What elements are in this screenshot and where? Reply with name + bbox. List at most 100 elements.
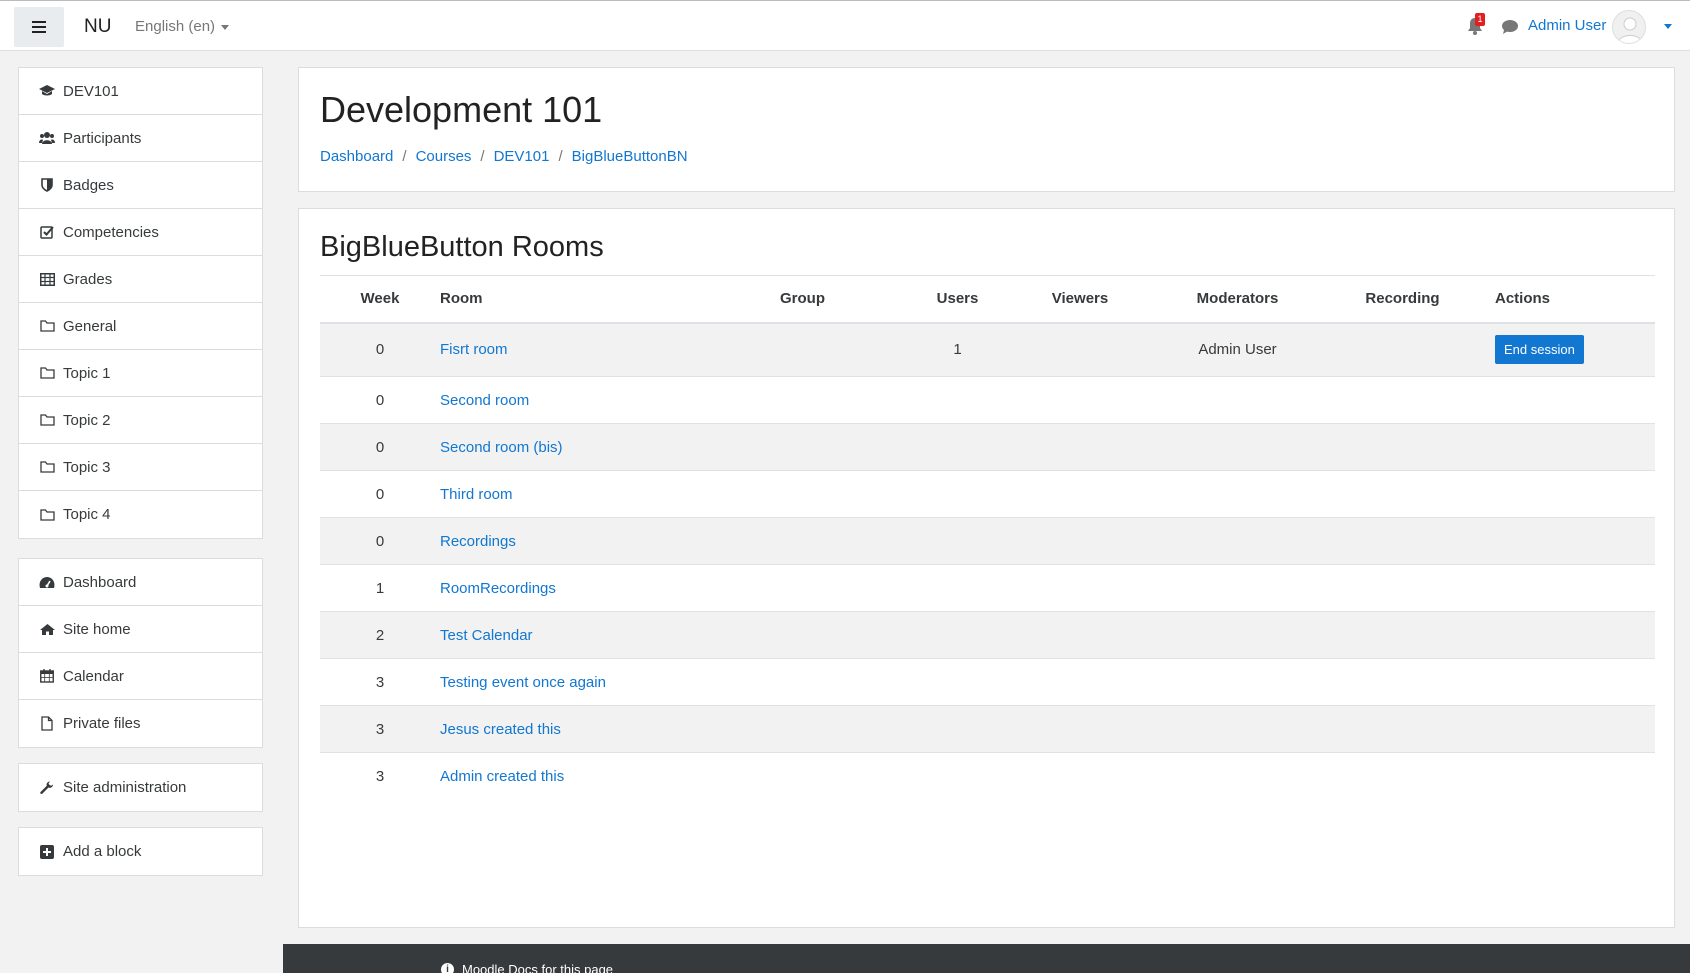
table-header-row: Week Room Group Users Viewers Moderators… [320, 275, 1655, 324]
cell-recording [1320, 517, 1485, 565]
info-icon: i [441, 963, 454, 973]
sidebar-item-topic-1[interactable]: Topic 1 [19, 350, 262, 397]
room-link[interactable]: Recordings [440, 533, 516, 550]
cell-moderators [1155, 752, 1320, 800]
sidebar-item-topic-3[interactable]: Topic 3 [19, 444, 262, 491]
breadcrumb-separator: / [558, 148, 563, 165]
cell-room: Test Calendar [440, 611, 780, 659]
page-title: Development 101 [320, 89, 603, 130]
sidebar-item-dashboard[interactable]: Dashboard [19, 559, 262, 606]
admin-nav-group: Site administration [18, 763, 263, 812]
sidebar-item-label: Participants [63, 129, 142, 147]
sidebar-item-topic-2[interactable]: Topic 2 [19, 397, 262, 444]
breadcrumb-dev101[interactable]: DEV101 [494, 148, 550, 165]
add-block-button[interactable]: Add a block [19, 828, 262, 875]
page-footer: i Moodle Docs for this page [283, 944, 1690, 973]
cell-room: Second room [440, 376, 780, 424]
file-icon [39, 716, 55, 732]
language-menu[interactable]: English (en) [135, 18, 230, 35]
cell-users [910, 705, 1005, 753]
cell-room: Second room (bis) [440, 423, 780, 471]
page-header: Development 101 Dashboard / Courses / DE… [298, 67, 1675, 192]
cell-week: 0 [320, 322, 440, 377]
folder-icon [39, 507, 55, 523]
top-navbar: NU English (en) 1 Admin User [0, 0, 1690, 51]
cell-group [780, 376, 910, 424]
sidebar-item-topic-4[interactable]: Topic 4 [19, 491, 262, 538]
site-brand[interactable]: NU [84, 16, 111, 38]
notification-count-badge: 1 [1475, 13, 1485, 26]
cell-recording [1320, 470, 1485, 518]
plus-square-icon [39, 844, 55, 860]
chevron-down-icon [221, 24, 230, 30]
cell-week: 0 [320, 470, 440, 518]
cell-users [910, 658, 1005, 706]
breadcrumb-bigbluebuttonbn[interactable]: BigBlueButtonBN [572, 148, 688, 165]
cell-moderators: Admin User [1155, 322, 1320, 377]
cell-viewers [1005, 658, 1155, 706]
table-row: 0 Second room [320, 376, 1655, 424]
room-link[interactable]: Second room (bis) [440, 439, 563, 456]
room-link[interactable]: Testing event once again [440, 674, 606, 691]
folder-icon [39, 412, 55, 428]
user-menu-chevron-down-icon[interactable] [1664, 24, 1672, 29]
sidebar-item-label: Site administration [63, 779, 187, 796]
cell-week: 0 [320, 423, 440, 471]
add-block-label: Add a block [63, 843, 142, 860]
sidebar-item-label: Topic 1 [63, 364, 111, 382]
language-label: English (en) [135, 18, 216, 35]
room-link[interactable]: Fisrt room [440, 341, 508, 358]
cell-room: Third room [440, 470, 780, 518]
cell-room: Recordings [440, 517, 780, 565]
sidebar-item-site-administration[interactable]: Site administration [19, 764, 262, 811]
user-menu-name[interactable]: Admin User [1528, 17, 1606, 34]
chat-icon[interactable] [1500, 17, 1520, 37]
sidebar-item-dev101[interactable]: DEV101 [19, 68, 262, 115]
cell-actions [1485, 658, 1655, 706]
column-header-recording: Recording [1320, 275, 1485, 324]
cell-actions [1485, 564, 1655, 612]
room-link[interactable]: Admin created this [440, 768, 564, 785]
cell-viewers [1005, 611, 1155, 659]
room-link[interactable]: Second room [440, 392, 529, 409]
cell-moderators [1155, 611, 1320, 659]
room-link[interactable]: Jesus created this [440, 721, 561, 738]
graduation-cap-icon [39, 83, 55, 99]
avatar[interactable] [1612, 10, 1646, 44]
cell-moderators [1155, 423, 1320, 471]
sidebar-item-label: General [63, 317, 117, 335]
end-session-button[interactable]: End session [1495, 335, 1584, 365]
sidebar-item-competencies[interactable]: Competencies [19, 209, 262, 256]
drawer-toggle-button[interactable] [14, 7, 64, 47]
sidebar-item-label: Site home [63, 620, 131, 638]
room-link[interactable]: Third room [440, 486, 513, 503]
sidebar-item-general[interactable]: General [19, 303, 262, 350]
cell-week: 1 [320, 564, 440, 612]
breadcrumb-dashboard[interactable]: Dashboard [320, 148, 393, 165]
cell-recording [1320, 322, 1485, 377]
sidebar-item-label: Dashboard [63, 573, 137, 591]
cell-group [780, 658, 910, 706]
cell-recording [1320, 564, 1485, 612]
cell-viewers [1005, 470, 1155, 518]
cell-room: Jesus created this [440, 705, 780, 753]
sidebar-item-participants[interactable]: Participants [19, 115, 262, 162]
breadcrumb-courses[interactable]: Courses [416, 148, 472, 165]
sidebar-item-badges[interactable]: Badges [19, 162, 262, 209]
table-row: 3 Admin created this [320, 752, 1655, 800]
cell-recording [1320, 705, 1485, 753]
sidebar-item-site-home[interactable]: Site home [19, 606, 262, 653]
cell-actions [1485, 376, 1655, 424]
room-link[interactable]: RoomRecordings [440, 580, 556, 597]
sidebar-item-calendar[interactable]: Calendar [19, 653, 262, 700]
cell-recording [1320, 611, 1485, 659]
cell-actions: End session [1485, 322, 1655, 377]
sidebar-item-grades[interactable]: Grades [19, 256, 262, 303]
table-row: 0 Second room (bis) [320, 423, 1655, 471]
room-link[interactable]: Test Calendar [440, 627, 533, 644]
moodle-docs-link[interactable]: i Moodle Docs for this page [441, 962, 613, 973]
nav-drawer: DEV101 Participants Badges Competencies … [0, 51, 283, 973]
cell-week: 3 [320, 705, 440, 753]
sidebar-item-private-files[interactable]: Private files [19, 700, 262, 747]
sidebar-item-label: DEV101 [63, 82, 119, 100]
